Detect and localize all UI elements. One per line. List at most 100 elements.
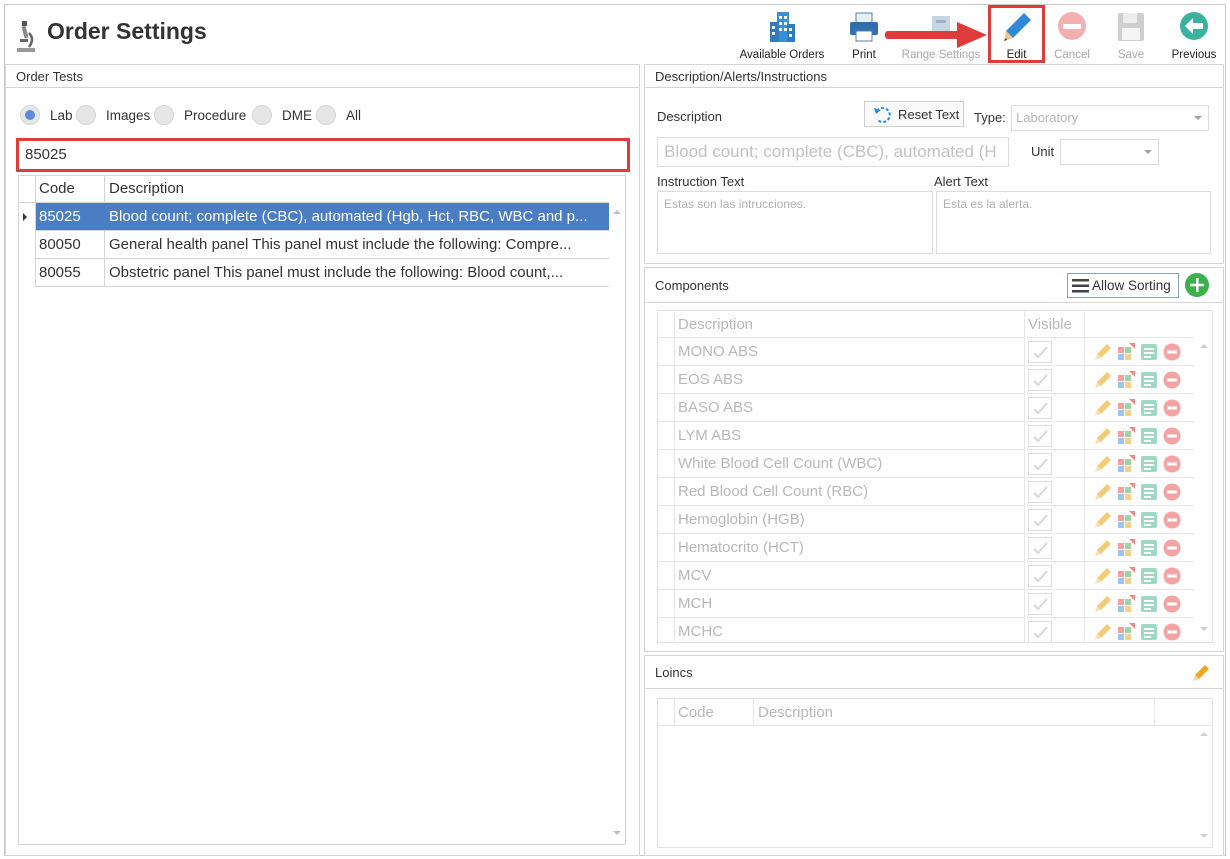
delete-icon[interactable] <box>1163 567 1181 585</box>
alert-text-area[interactable]: Esta es la alerta. <box>936 191 1211 254</box>
description-input[interactable]: Blood count; complete (CBC), automated (… <box>657 137 1009 167</box>
edit-pencil-icon[interactable] <box>1094 539 1112 557</box>
visible-checkbox[interactable] <box>1028 481 1052 503</box>
edit-pencil-icon[interactable] <box>1094 483 1112 501</box>
ranges-icon[interactable] <box>1117 455 1135 473</box>
list-item[interactable]: MCV <box>658 562 1194 590</box>
list-settings-icon[interactable] <box>1140 371 1158 389</box>
save-button[interactable]: Save <box>1109 7 1153 63</box>
visible-checkbox[interactable] <box>1028 341 1052 363</box>
edit-pencil-icon[interactable] <box>1094 343 1112 361</box>
list-settings-icon[interactable] <box>1140 427 1158 445</box>
scroll-down-icon[interactable] <box>1200 834 1208 838</box>
list-item[interactable]: White Blood Cell Count (WBC) <box>658 450 1194 478</box>
list-item[interactable]: LYM ABS <box>658 422 1194 450</box>
delete-icon[interactable] <box>1163 511 1181 529</box>
ranges-icon[interactable] <box>1117 539 1135 557</box>
cancel-button[interactable]: Cancel <box>1050 7 1094 63</box>
scroll-down-icon[interactable] <box>613 831 621 835</box>
visible-checkbox[interactable] <box>1028 565 1052 587</box>
edit-pencil-icon[interactable] <box>1094 399 1112 417</box>
row-description: Blood count; complete (CBC), automated (… <box>109 208 588 225</box>
ranges-icon[interactable] <box>1117 623 1135 641</box>
visible-checkbox[interactable] <box>1028 593 1052 615</box>
list-item[interactable]: MONO ABS <box>658 338 1194 366</box>
edit-pencil-icon[interactable] <box>1094 455 1112 473</box>
list-settings-icon[interactable] <box>1140 455 1158 473</box>
list-settings-icon[interactable] <box>1140 483 1158 501</box>
instruction-text-area[interactable]: Estas son las intrucciones. <box>657 191 933 254</box>
edit-pencil-icon[interactable] <box>1094 623 1112 641</box>
column-header-code[interactable]: Code <box>39 180 75 197</box>
delete-icon[interactable] <box>1163 371 1181 389</box>
list-settings-icon[interactable] <box>1140 511 1158 529</box>
check-icon <box>1033 402 1048 415</box>
table-row[interactable]: 80055 Obstetric panel This panel must in… <box>36 259 609 287</box>
type-select[interactable]: Laboratory <box>1011 105 1209 131</box>
ranges-icon[interactable] <box>1117 371 1135 389</box>
delete-icon[interactable] <box>1163 539 1181 557</box>
order-tests-scrollbar[interactable] <box>609 203 625 844</box>
list-settings-icon[interactable] <box>1140 567 1158 585</box>
edit-pencil-icon[interactable] <box>1094 595 1112 613</box>
table-row[interactable]: 85025 Blood count; complete (CBC), autom… <box>36 203 609 231</box>
list-item[interactable]: MCHC <box>658 618 1194 642</box>
add-component-button[interactable] <box>1185 273 1209 297</box>
edit-pencil-icon[interactable] <box>1094 567 1112 585</box>
table-row[interactable]: 80050 General health panel This panel mu… <box>36 231 609 259</box>
scroll-down-icon[interactable] <box>1200 627 1208 631</box>
list-settings-icon[interactable] <box>1140 539 1158 557</box>
allow-sorting-button[interactable]: Allow Sorting <box>1067 273 1179 298</box>
delete-icon[interactable] <box>1163 343 1181 361</box>
ranges-icon[interactable] <box>1117 567 1135 585</box>
visible-checkbox[interactable] <box>1028 509 1052 531</box>
list-item[interactable]: EOS ABS <box>658 366 1194 394</box>
previous-button[interactable]: Previous <box>1165 7 1223 63</box>
ranges-icon[interactable] <box>1117 343 1135 361</box>
visible-checkbox[interactable] <box>1028 425 1052 447</box>
list-settings-icon[interactable] <box>1140 399 1158 417</box>
list-item[interactable]: Hemoglobin (HGB) <box>658 506 1194 534</box>
delete-icon[interactable] <box>1163 427 1181 445</box>
edit-pencil-icon[interactable] <box>1094 371 1112 389</box>
pencil-icon[interactable] <box>1192 664 1210 682</box>
available-orders-button[interactable]: Available Orders <box>736 7 828 63</box>
reset-icon <box>874 107 891 123</box>
scroll-up-icon[interactable] <box>1200 732 1208 736</box>
delete-icon[interactable] <box>1163 623 1181 641</box>
list-settings-icon[interactable] <box>1140 343 1158 361</box>
reset-text-button[interactable]: Reset Text <box>864 101 964 127</box>
unit-select[interactable] <box>1060 139 1159 165</box>
visible-checkbox[interactable] <box>1028 453 1052 475</box>
ranges-icon[interactable] <box>1117 595 1135 613</box>
visible-checkbox[interactable] <box>1028 369 1052 391</box>
scroll-up-icon[interactable] <box>613 210 621 214</box>
list-item[interactable]: MCH <box>658 590 1194 618</box>
order-search-input[interactable]: 85025 <box>16 138 630 172</box>
delete-icon[interactable] <box>1163 483 1181 501</box>
ranges-icon[interactable] <box>1117 427 1135 445</box>
loincs-scrollbar[interactable] <box>1196 726 1212 847</box>
list-item[interactable]: BASO ABS <box>658 394 1194 422</box>
arrow-annotation-icon <box>885 22 987 48</box>
list-item[interactable]: Hematocrito (HCT) <box>658 534 1194 562</box>
scroll-up-icon[interactable] <box>1200 344 1208 348</box>
list-item[interactable]: Red Blood Cell Count (RBC) <box>658 478 1194 506</box>
ranges-icon[interactable] <box>1117 511 1135 529</box>
visible-checkbox[interactable] <box>1028 537 1052 559</box>
column-header-description[interactable]: Description <box>109 180 184 197</box>
list-settings-icon[interactable] <box>1140 623 1158 641</box>
ranges-icon[interactable] <box>1117 483 1135 501</box>
ranges-icon[interactable] <box>1117 399 1135 417</box>
delete-icon[interactable] <box>1163 595 1181 613</box>
edit-pencil-icon[interactable] <box>1094 427 1112 445</box>
order-tests-panel: Order Tests Lab Images Procedure DME All <box>5 64 640 856</box>
components-scrollbar[interactable] <box>1196 338 1212 638</box>
delete-icon[interactable] <box>1163 399 1181 417</box>
delete-icon[interactable] <box>1163 455 1181 473</box>
print-button[interactable]: Print <box>840 7 888 63</box>
list-settings-icon[interactable] <box>1140 595 1158 613</box>
visible-checkbox[interactable] <box>1028 397 1052 419</box>
edit-pencil-icon[interactable] <box>1094 511 1112 529</box>
visible-checkbox[interactable] <box>1028 621 1052 642</box>
